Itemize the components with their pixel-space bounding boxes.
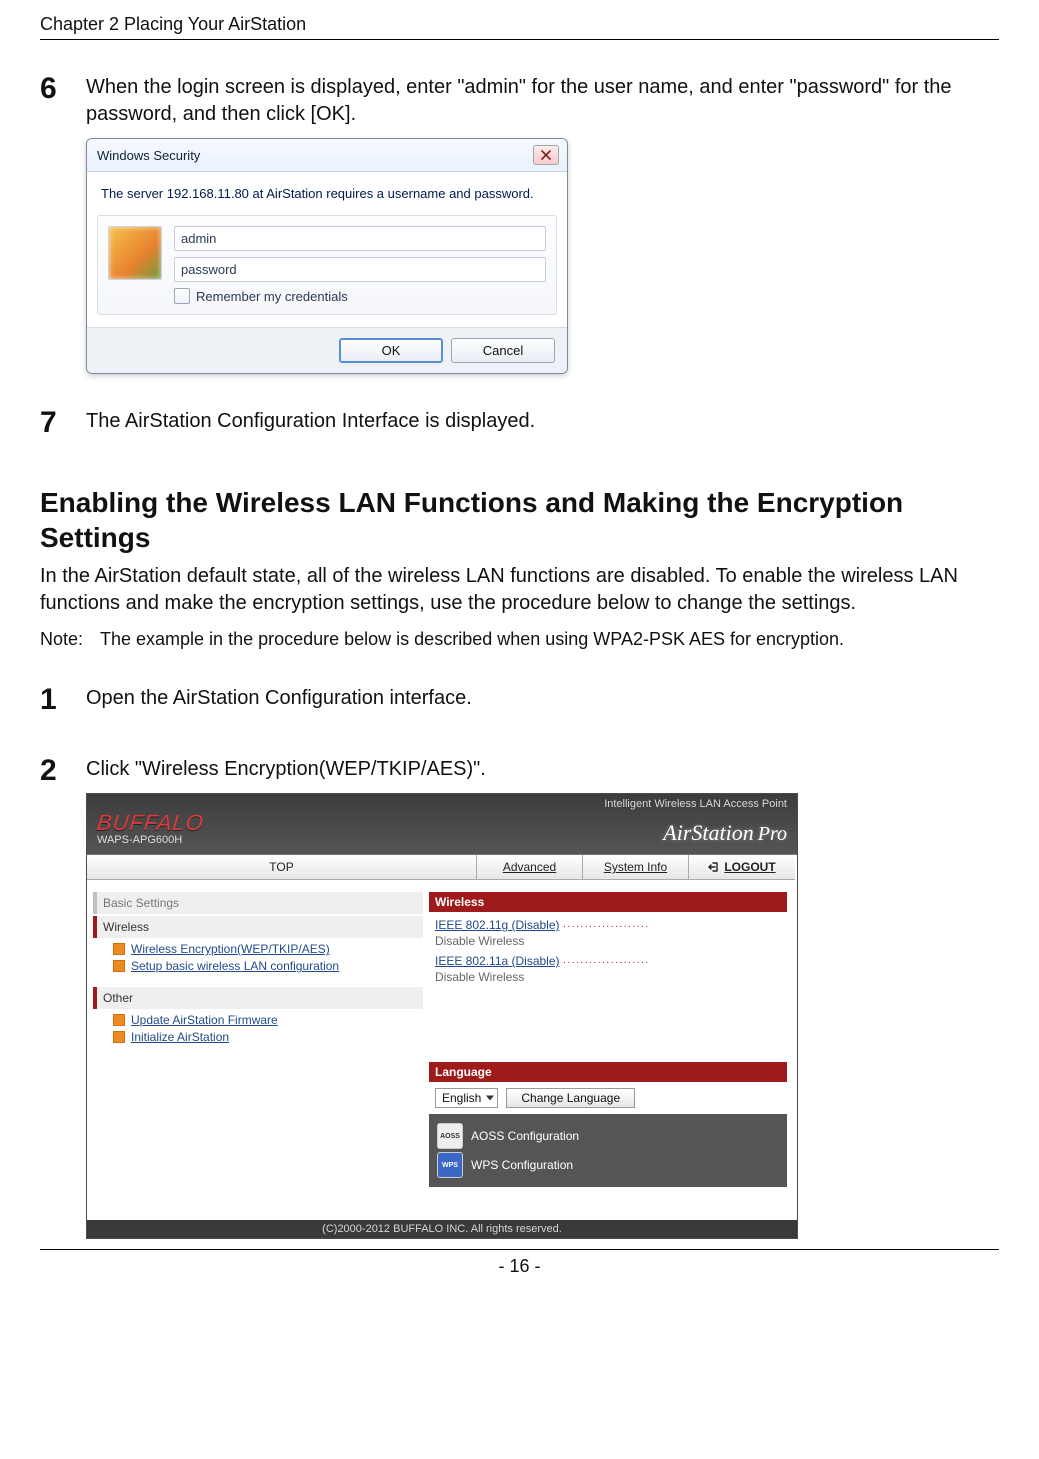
password-field[interactable] — [174, 257, 546, 282]
tagline: Intelligent Wireless LAN Access Point — [97, 798, 787, 810]
link-ieee80211g[interactable]: IEEE 802.11g (Disable) — [435, 918, 560, 932]
bullet-icon — [113, 943, 125, 955]
cancel-button[interactable]: Cancel — [451, 338, 555, 363]
link-aoss-configuration[interactable]: AOSS Configuration — [471, 1129, 579, 1143]
tab-advanced-label: Advanced — [503, 860, 556, 874]
credentials-image — [108, 226, 162, 280]
group-other: Other — [93, 987, 423, 1009]
language-select[interactable]: English — [435, 1088, 498, 1108]
change-language-button[interactable]: Change Language — [506, 1088, 635, 1108]
dialog-close-button[interactable] — [533, 145, 559, 165]
section-title: Enabling the Wireless LAN Functions and … — [40, 485, 999, 555]
link-setup-basic-wireless[interactable]: Setup basic wireless LAN configuration — [131, 959, 339, 973]
dialog-title: Windows Security — [97, 148, 200, 163]
note-label: Note: — [40, 627, 100, 651]
link-update-firmware[interactable]: Update AirStation Firmware — [131, 1013, 278, 1027]
list-item: Initialize AirStation — [113, 1030, 423, 1044]
ok-button[interactable]: OK — [339, 338, 443, 363]
logout-icon — [708, 861, 720, 873]
wps-icon: WPS — [437, 1152, 463, 1178]
tab-logout[interactable]: LOGOUT — [689, 855, 795, 880]
windows-security-dialog: Windows Security The server 192.168.11.8… — [86, 138, 568, 374]
tab-top[interactable]: TOP — [87, 855, 477, 880]
step-2: 2 Click "Wireless Encryption(WEP/TKIP/AE… — [40, 756, 999, 1239]
model-label: WAPS-APG600H — [97, 834, 204, 846]
status-g: Disable Wireless — [435, 934, 785, 948]
note-body: The example in the procedure below is de… — [100, 627, 999, 651]
list-item: Wireless Encryption(WEP/TKIP/AES) — [113, 942, 423, 956]
airstation-interface: Intelligent Wireless LAN Access Point BU… — [86, 793, 798, 1239]
step-6: 6 When the login screen is displayed, en… — [40, 74, 999, 374]
step-1: 1 Open the AirStation Configuration inte… — [40, 685, 999, 722]
tab-sysinfo-label: System Info — [604, 860, 667, 874]
chapter-header: Chapter 2 Placing Your AirStation — [40, 0, 999, 40]
list-item: Update AirStation Firmware — [113, 1013, 423, 1027]
link-wireless-encryption[interactable]: Wireless Encryption(WEP/TKIP/AES) — [131, 942, 330, 956]
panel-language-title: Language — [429, 1062, 787, 1082]
bullet-icon — [113, 1031, 125, 1043]
step-number: 2 — [40, 756, 86, 786]
remember-credentials-checkbox[interactable]: Remember my credentials — [174, 288, 546, 304]
airstation-pro-text: Pro — [758, 823, 787, 845]
close-icon — [541, 150, 551, 160]
bullet-icon — [113, 960, 125, 972]
dialog-message: The server 192.168.11.80 at AirStation r… — [87, 172, 567, 209]
aoss-icon: AOSS — [437, 1123, 463, 1149]
chevron-down-icon — [486, 1096, 494, 1101]
list-item: Setup basic wireless LAN configuration — [113, 959, 423, 973]
tab-system-info[interactable]: System Info — [583, 855, 689, 880]
dotline-icon: ···················· — [563, 921, 650, 932]
remember-label: Remember my credentials — [196, 289, 348, 304]
step-number: 7 — [40, 408, 86, 438]
tab-logout-label: LOGOUT — [724, 860, 775, 874]
buffalo-logo: BUFFALO — [96, 810, 206, 836]
airstation-logo: AirStationPro — [663, 820, 787, 846]
checkbox-icon — [174, 288, 190, 304]
panel-wireless-title: Wireless — [429, 892, 787, 912]
tab-advanced[interactable]: Advanced — [477, 855, 583, 880]
airstation-label-text: AirStation — [663, 820, 753, 845]
group-wireless: Wireless — [93, 916, 423, 938]
status-a: Disable Wireless — [435, 970, 785, 984]
step-number: 1 — [40, 685, 86, 715]
step-text: Click "Wireless Encryption(WEP/TKIP/AES)… — [86, 756, 999, 783]
step-number: 6 — [40, 74, 86, 104]
language-value: English — [442, 1091, 481, 1105]
link-ieee80211a[interactable]: IEEE 802.11a (Disable) — [435, 954, 560, 968]
airstation-footer: (C)2000-2012 BUFFALO INC. All rights res… — [87, 1220, 797, 1238]
step-text: When the login screen is displayed, ente… — [86, 74, 999, 128]
username-field[interactable] — [174, 226, 546, 251]
link-initialize-airstation[interactable]: Initialize AirStation — [131, 1030, 229, 1044]
step-7: 7 The AirStation Configuration Interface… — [40, 408, 999, 445]
link-wps-configuration[interactable]: WPS Configuration — [471, 1158, 573, 1172]
group-basic-settings: Basic Settings — [93, 892, 423, 914]
page-number: - 16 - — [40, 1249, 999, 1291]
step-text: Open the AirStation Configuration interf… — [86, 685, 999, 712]
tab-bar: TOP Advanced System Info LOGOUT — [87, 854, 797, 880]
bullet-icon — [113, 1014, 125, 1026]
section-intro: In the AirStation default state, all of … — [40, 563, 999, 617]
dotline-icon: ···················· — [563, 957, 650, 968]
step-text: The AirStation Configuration Interface i… — [86, 408, 999, 435]
